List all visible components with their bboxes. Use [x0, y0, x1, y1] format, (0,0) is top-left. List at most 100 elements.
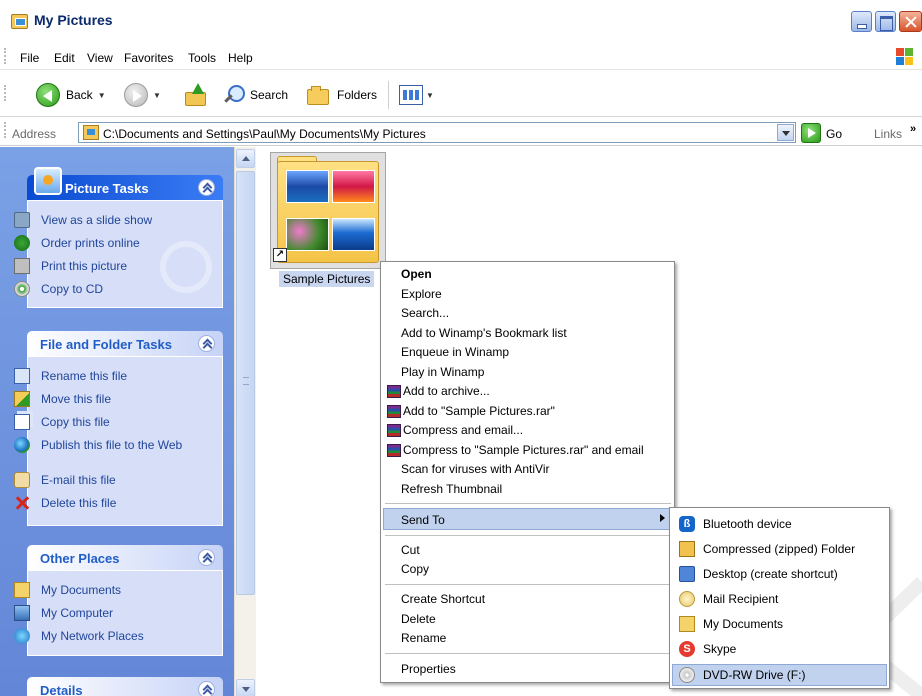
task-label: Delete this file — [41, 496, 117, 510]
menu-item-open[interactable]: Open — [401, 267, 432, 281]
send-to-mail-recipient[interactable]: Mail Recipient — [703, 592, 778, 606]
collapse-chevron-icon[interactable] — [198, 335, 215, 352]
address-input[interactable]: C:\Documents and Settings\Paul\My Docume… — [78, 122, 796, 143]
go-arrow-icon[interactable] — [801, 123, 821, 143]
task-delete-file[interactable]: Delete this file — [41, 496, 116, 511]
send-to-submenu: ß Bluetooth device Compressed (zipped) F… — [669, 507, 890, 689]
task-order-prints[interactable]: Order prints online — [14, 235, 140, 251]
task-label: Copy this file — [41, 415, 110, 429]
menu-item-label: Add to "Sample Pictures.rar" — [403, 404, 555, 418]
task-email-file[interactable]: E-mail this file — [14, 472, 116, 488]
menu-tools[interactable]: Tools — [188, 51, 216, 65]
context-menu: Open Explore Search... Add to Winamp's B… — [380, 261, 675, 683]
menu-item-label: Compress and email... — [403, 423, 524, 437]
menu-item-enqueue-winamp[interactable]: Enqueue in Winamp — [401, 345, 509, 359]
menu-item-explore[interactable]: Explore — [401, 287, 442, 301]
task-copy-file[interactable]: Copy this file — [14, 414, 110, 430]
collapse-chevron-icon[interactable] — [198, 179, 215, 196]
up-folder-button[interactable] — [184, 83, 206, 107]
menu-item-delete[interactable]: Delete — [401, 612, 436, 626]
task-print-picture[interactable]: Print this picture — [14, 258, 127, 274]
menu-item-compress-email[interactable]: Compress and email... — [387, 423, 523, 437]
menu-help[interactable]: Help — [228, 51, 253, 65]
menu-item-cut[interactable]: Cut — [401, 543, 420, 557]
menu-item-scan-antivir[interactable]: Scan for viruses with AntiVir — [401, 462, 550, 476]
forward-dropdown-icon[interactable]: ▼ — [153, 91, 161, 100]
task-pane-scrollbar[interactable] — [234, 147, 256, 696]
folders-button[interactable]: Folders — [306, 83, 377, 107]
title-bar: My Pictures — [0, 0, 922, 36]
send-to-dvd-drive[interactable]: DVD-RW Drive (F:) — [703, 668, 805, 682]
task-move-file[interactable]: Move this file — [14, 391, 111, 407]
my-pictures-folder-icon — [11, 14, 28, 29]
menu-item-play-winamp[interactable]: Play in Winamp — [401, 365, 484, 379]
photo-thumbnail — [332, 218, 375, 251]
menu-view[interactable]: View — [87, 51, 113, 65]
menu-edit[interactable]: Edit — [54, 51, 75, 65]
folder-name-label[interactable]: Sample Pictures — [279, 271, 375, 287]
cd-icon — [14, 281, 30, 297]
toolbar-grip[interactable] — [4, 122, 7, 138]
send-to-skype[interactable]: Skype — [703, 642, 736, 656]
forward-button[interactable]: ▼ — [124, 83, 161, 107]
task-label: Rename this file — [41, 369, 128, 383]
menu-favorites[interactable]: Favorites — [124, 51, 173, 65]
place-my-computer[interactable]: My Computer — [14, 605, 113, 621]
menu-item-rename[interactable]: Rename — [401, 631, 446, 645]
menu-item-refresh-thumbnail[interactable]: Refresh Thumbnail — [401, 482, 502, 496]
back-dropdown-icon[interactable]: ▼ — [98, 91, 106, 100]
menu-file[interactable]: File — [20, 51, 39, 65]
menu-item-compress-rar-email[interactable]: Compress to "Sample Pictures.rar" and em… — [387, 443, 644, 457]
submenu-arrow-icon — [660, 514, 665, 522]
task-copy-to-cd[interactable]: Copy to CD — [14, 281, 103, 297]
sample-pictures-folder-thumbnail[interactable]: ↗ — [270, 152, 386, 269]
toolbar-grip[interactable] — [4, 48, 7, 64]
menu-item-create-shortcut[interactable]: Create Shortcut — [401, 592, 485, 606]
folder-icon — [277, 161, 379, 263]
views-dropdown-icon[interactable]: ▼ — [426, 91, 434, 100]
details-header[interactable]: Details — [27, 677, 223, 696]
address-dropdown-button[interactable] — [777, 124, 794, 141]
menu-item-search[interactable]: Search... — [401, 306, 449, 320]
picture-tasks-header[interactable]: Picture Tasks — [27, 167, 223, 200]
scroll-thumb[interactable] — [236, 171, 255, 595]
collapse-chevron-icon[interactable] — [198, 681, 215, 696]
menu-item-add-to-rar[interactable]: Add to "Sample Pictures.rar" — [387, 404, 555, 418]
other-places-header[interactable]: Other Places — [27, 545, 223, 570]
place-my-documents[interactable]: My Documents — [14, 582, 122, 598]
place-my-network[interactable]: My Network Places — [14, 628, 144, 644]
send-to-desktop[interactable]: Desktop (create shortcut) — [703, 567, 838, 581]
menu-item-properties[interactable]: Properties — [401, 662, 456, 676]
email-icon — [14, 472, 30, 488]
toolbar-grip[interactable] — [4, 85, 7, 101]
menu-item-send-to[interactable]: Send To — [401, 513, 445, 527]
go-button[interactable]: Go — [826, 127, 842, 141]
address-path[interactable]: C:\Documents and Settings\Paul\My Docume… — [103, 127, 426, 141]
send-to-zip-folder[interactable]: Compressed (zipped) Folder — [703, 542, 855, 556]
scroll-up-arrow-icon[interactable] — [236, 149, 255, 168]
file-folder-tasks-header[interactable]: File and Folder Tasks — [27, 331, 223, 356]
menu-item-copy[interactable]: Copy — [401, 562, 429, 576]
links-more-icon[interactable]: » — [910, 123, 916, 135]
task-view-slideshow[interactable]: View as a slide show — [14, 212, 152, 228]
links-label[interactable]: Links — [874, 127, 902, 141]
minimize-button[interactable] — [851, 11, 872, 32]
views-button[interactable]: ▼ — [399, 83, 434, 107]
task-label: My Documents — [41, 583, 122, 597]
task-rename-file[interactable]: Rename this file — [14, 368, 128, 384]
task-label: Order prints online — [41, 236, 140, 250]
collapse-chevron-icon[interactable] — [198, 549, 215, 566]
send-to-bluetooth[interactable]: Bluetooth device — [703, 517, 792, 531]
task-publish-web[interactable]: Publish this file to the Web — [14, 437, 191, 453]
send-to-my-documents[interactable]: My Documents — [703, 617, 783, 631]
task-label: E-mail this file — [41, 473, 116, 487]
details-title: Details — [40, 683, 83, 696]
menu-separator — [385, 535, 671, 536]
menu-item-add-to-archive[interactable]: Add to archive... — [387, 384, 490, 398]
search-button[interactable]: Search — [222, 83, 288, 107]
menu-item-winamp-bookmark[interactable]: Add to Winamp's Bookmark list — [401, 326, 567, 340]
maximize-button[interactable] — [875, 11, 896, 32]
back-button[interactable]: Back ▼ — [36, 83, 106, 107]
close-button[interactable] — [899, 11, 922, 32]
scroll-down-arrow-icon[interactable] — [236, 679, 255, 696]
